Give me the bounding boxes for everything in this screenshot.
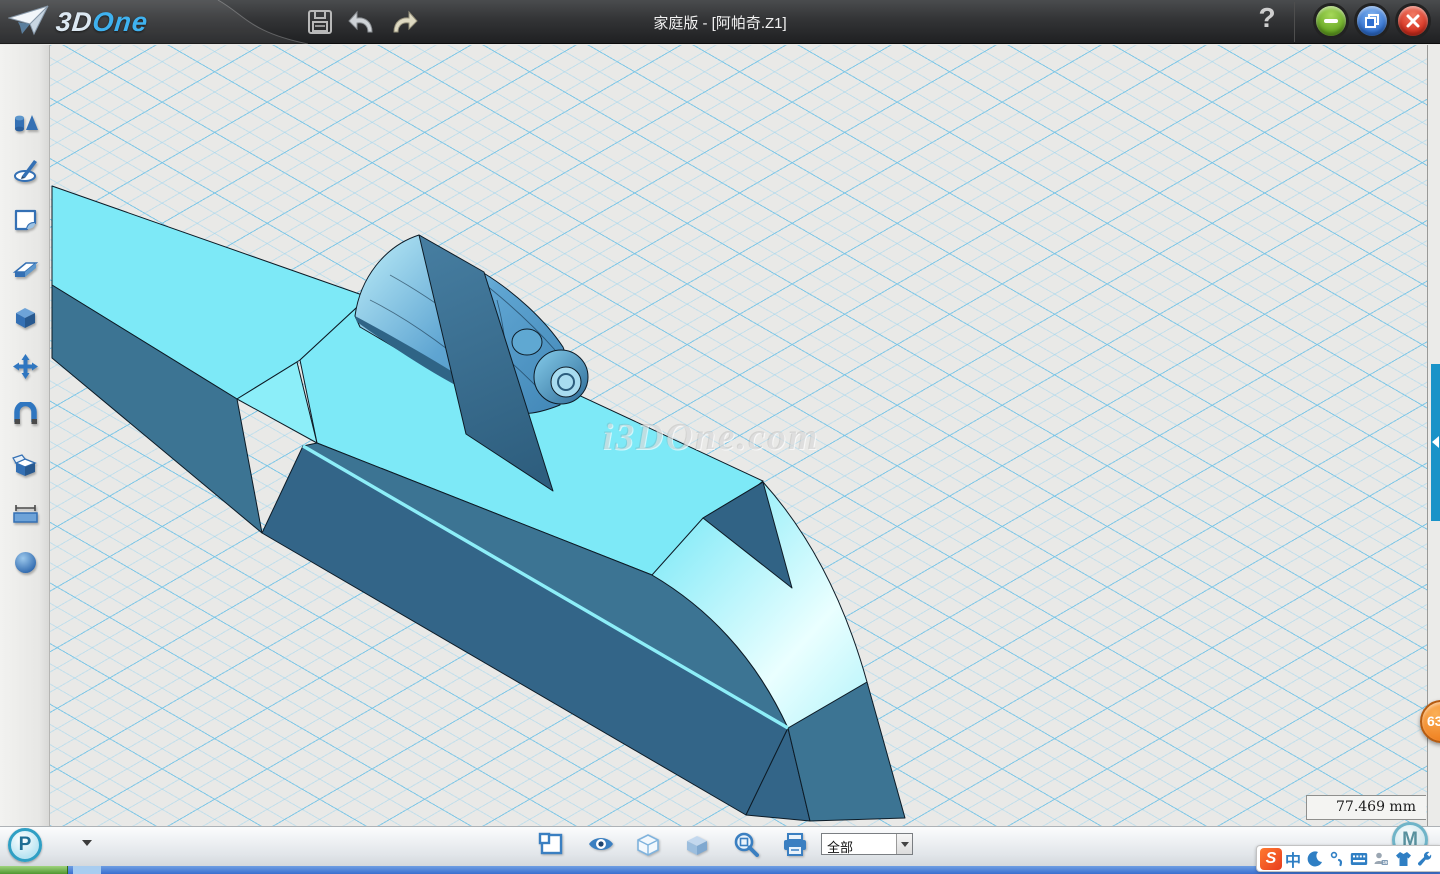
surface-button[interactable]	[12, 206, 39, 233]
visibility-button[interactable]	[587, 832, 613, 856]
surface-icon	[12, 206, 39, 233]
minimize-button[interactable]	[1316, 6, 1346, 36]
measurement-readout: 77.469 mm	[1306, 795, 1426, 820]
save-icon	[307, 9, 333, 35]
eraser-button[interactable]	[12, 255, 39, 282]
taskbar-start-sliver[interactable]	[0, 866, 68, 874]
night-mode-moon-icon[interactable]	[1304, 848, 1326, 870]
wireframe-view-button[interactable]	[635, 832, 661, 856]
taskbar-sliver[interactable]	[68, 866, 1440, 874]
combo-dropdown-button[interactable]	[896, 834, 912, 854]
brand-text: 3DOne	[54, 7, 149, 38]
left-toolbar	[0, 45, 50, 826]
flyout-tab[interactable]	[1431, 364, 1440, 521]
model-hub-stub[interactable]	[512, 329, 542, 355]
app-window: 3DOne 家庭版 - [阿帕奇.Z1] ?	[0, 0, 1440, 874]
display-filter-select[interactable]: 全部	[821, 833, 913, 855]
paper-plane-icon	[8, 4, 50, 40]
watermark: i3DOne.com	[602, 415, 819, 459]
punctuation-icon[interactable]	[1326, 848, 1348, 870]
help-button[interactable]: ?	[1252, 2, 1282, 42]
extrude-button[interactable]	[12, 304, 39, 331]
close-button[interactable]	[1398, 6, 1428, 36]
profile-badge[interactable]: P	[8, 828, 42, 862]
chinese-mode-icon[interactable]: 中	[1282, 848, 1304, 870]
minimize-icon	[1323, 13, 1339, 29]
svg-text:19: 19	[1383, 860, 1388, 865]
chevron-left-icon	[1432, 436, 1439, 448]
sogou-logo-icon[interactable]: S	[1260, 848, 1282, 870]
status-bar	[0, 826, 1440, 866]
ruler-icon	[12, 500, 39, 527]
sketch-button[interactable]	[12, 157, 39, 184]
display-filter-value: 全部	[827, 837, 853, 856]
zoom-button[interactable]	[733, 832, 759, 856]
move-button[interactable]	[12, 353, 39, 380]
sphere-icon	[12, 549, 39, 576]
user-dict-icon[interactable]: 19	[1370, 848, 1392, 870]
magnet-button[interactable]	[12, 402, 39, 429]
close-icon	[1405, 13, 1421, 29]
dimension-button[interactable]	[12, 500, 39, 527]
titlebar-separator	[1294, 2, 1295, 42]
skin-shirt-icon[interactable]	[1392, 848, 1414, 870]
redo-button[interactable]	[387, 6, 421, 38]
shaded-view-button[interactable]	[684, 832, 710, 856]
restore-icon	[1364, 13, 1380, 29]
render-button[interactable]	[12, 549, 39, 576]
soft-keyboard-icon[interactable]	[1348, 848, 1370, 870]
restore-button[interactable]	[1357, 6, 1387, 36]
settings-wrench-icon[interactable]	[1414, 848, 1436, 870]
redo-icon	[389, 8, 419, 36]
primitive-solids-icon	[12, 109, 39, 136]
open-box-icon	[12, 451, 39, 478]
plane-display-button[interactable]	[538, 832, 564, 856]
combine-button[interactable]	[12, 451, 39, 478]
visibility-eye-icon	[587, 832, 615, 856]
ime-toolbar: S 中 19	[1256, 845, 1440, 872]
shaded-view-icon	[684, 832, 710, 858]
save-button[interactable]	[303, 6, 337, 38]
app-logo: 3DOne	[8, 4, 148, 40]
plane-display-icon	[538, 832, 564, 856]
taskbar-button-sliver[interactable]	[73, 866, 101, 874]
cube-icon	[12, 304, 39, 331]
sketch-pen-icon	[12, 157, 39, 184]
viewport-canvas[interactable]: i3DOne.com 77.469 mm	[50, 45, 1427, 826]
undo-icon	[347, 8, 377, 36]
zoom-search-icon	[733, 832, 759, 858]
eraser-icon	[12, 255, 39, 282]
wireframe-view-icon	[635, 832, 661, 858]
profile-dropdown-arrow[interactable]	[82, 840, 92, 846]
primitive-solids-button[interactable]	[12, 109, 39, 136]
move-arrows-icon	[12, 353, 39, 380]
print-button[interactable]	[782, 832, 808, 856]
magnet-icon	[12, 402, 39, 429]
model-hub-cap[interactable]	[551, 367, 581, 397]
title-bar: 3DOne 家庭版 - [阿帕奇.Z1] ?	[0, 0, 1440, 44]
undo-button[interactable]	[345, 6, 379, 38]
window-title: 家庭版 - [阿帕奇.Z1]	[653, 12, 786, 33]
print-icon	[782, 832, 808, 858]
